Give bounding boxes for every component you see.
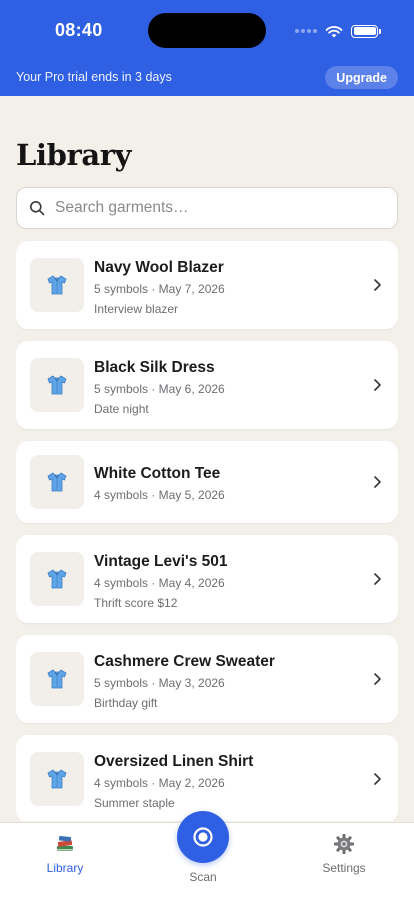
battery-icon: [351, 24, 381, 38]
tab-settings-label: Settings: [322, 861, 366, 875]
garment-name: White Cotton Tee: [94, 465, 221, 482]
garment-card[interactable]: White Cotton Tee 4 symbols · May 5, 2026: [16, 441, 398, 523]
garment-name: Navy Wool Blazer: [94, 259, 224, 276]
wifi-icon: [325, 25, 343, 37]
garment-name: Vintage Levi's 501: [94, 553, 228, 570]
garment-meta: 4 symbols · May 4, 2026: [94, 576, 225, 590]
garment-meta: 4 symbols · May 5, 2026: [94, 488, 225, 502]
shirt-icon: [47, 569, 67, 589]
garment-list: Navy Wool Blazer 5 symbols · May 7, 2026…: [16, 241, 398, 821]
chevron-right-icon: [372, 772, 382, 786]
scan-icon: [193, 827, 213, 847]
garment-note: Thrift score $12: [94, 596, 178, 610]
garment-card[interactable]: Oversized Linen Shirt 4 symbols · May 2,…: [16, 735, 398, 821]
garment-name: Oversized Linen Shirt: [94, 753, 254, 770]
garment-card[interactable]: Vintage Levi's 501 4 symbols · May 4, 20…: [16, 535, 398, 623]
dynamic-island: [148, 13, 266, 48]
status-icons: [295, 22, 381, 40]
garment-thumbnail: [30, 258, 84, 312]
tab-library[interactable]: Library: [15, 833, 115, 875]
garment-meta: 5 symbols · May 3, 2026: [94, 676, 225, 690]
garment-meta: 4 symbols · May 2, 2026: [94, 776, 225, 790]
page-title: Library: [16, 138, 132, 172]
garment-card[interactable]: Black Silk Dress 5 symbols · May 6, 2026…: [16, 341, 398, 429]
shirt-icon: [47, 275, 67, 295]
cellular-signal-icon: [295, 29, 317, 33]
upgrade-button[interactable]: Upgrade: [325, 66, 398, 89]
trial-notice: Your Pro trial ends in 3 days: [16, 70, 172, 84]
status-time: 08:40: [55, 20, 103, 40]
tab-library-label: Library: [46, 861, 84, 875]
shirt-icon: [47, 472, 67, 492]
garment-note: Summer staple: [94, 796, 175, 810]
scan-button[interactable]: [177, 811, 229, 863]
chevron-right-icon: [372, 475, 382, 489]
chevron-right-icon: [372, 672, 382, 686]
garment-name: Cashmere Crew Sweater: [94, 653, 275, 670]
tab-settings[interactable]: Settings: [294, 833, 394, 875]
garment-thumbnail: [30, 455, 84, 509]
gear-icon: [334, 834, 354, 854]
search-input[interactable]: [55, 199, 397, 217]
shirt-icon: [47, 669, 67, 689]
scan-label: Scan: [189, 870, 217, 884]
chevron-right-icon: [372, 278, 382, 292]
chevron-right-icon: [372, 572, 382, 586]
chevron-right-icon: [372, 378, 382, 392]
garment-note: Interview blazer: [94, 302, 179, 316]
garment-name: Black Silk Dress: [94, 359, 215, 376]
garment-thumbnail: [30, 652, 84, 706]
garment-card[interactable]: Navy Wool Blazer 5 symbols · May 7, 2026…: [16, 241, 398, 329]
shirt-icon: [47, 375, 67, 395]
garment-card[interactable]: Cashmere Crew Sweater 5 symbols · May 3,…: [16, 635, 398, 723]
top-banner: 08:40 Your Pro trial ends in 3 days Upgr…: [0, 0, 414, 96]
garment-thumbnail: [30, 552, 84, 606]
search-bar[interactable]: [16, 187, 398, 229]
garment-thumbnail: [30, 358, 84, 412]
garment-meta: 5 symbols · May 6, 2026: [94, 382, 225, 396]
garment-note: Birthday gift: [94, 696, 158, 710]
garment-thumbnail: [30, 752, 84, 806]
shirt-icon: [47, 769, 67, 789]
books-icon: [57, 835, 73, 851]
garment-note: Date night: [94, 402, 149, 416]
search-icon: [29, 200, 45, 216]
garment-meta: 5 symbols · May 7, 2026: [94, 282, 225, 296]
